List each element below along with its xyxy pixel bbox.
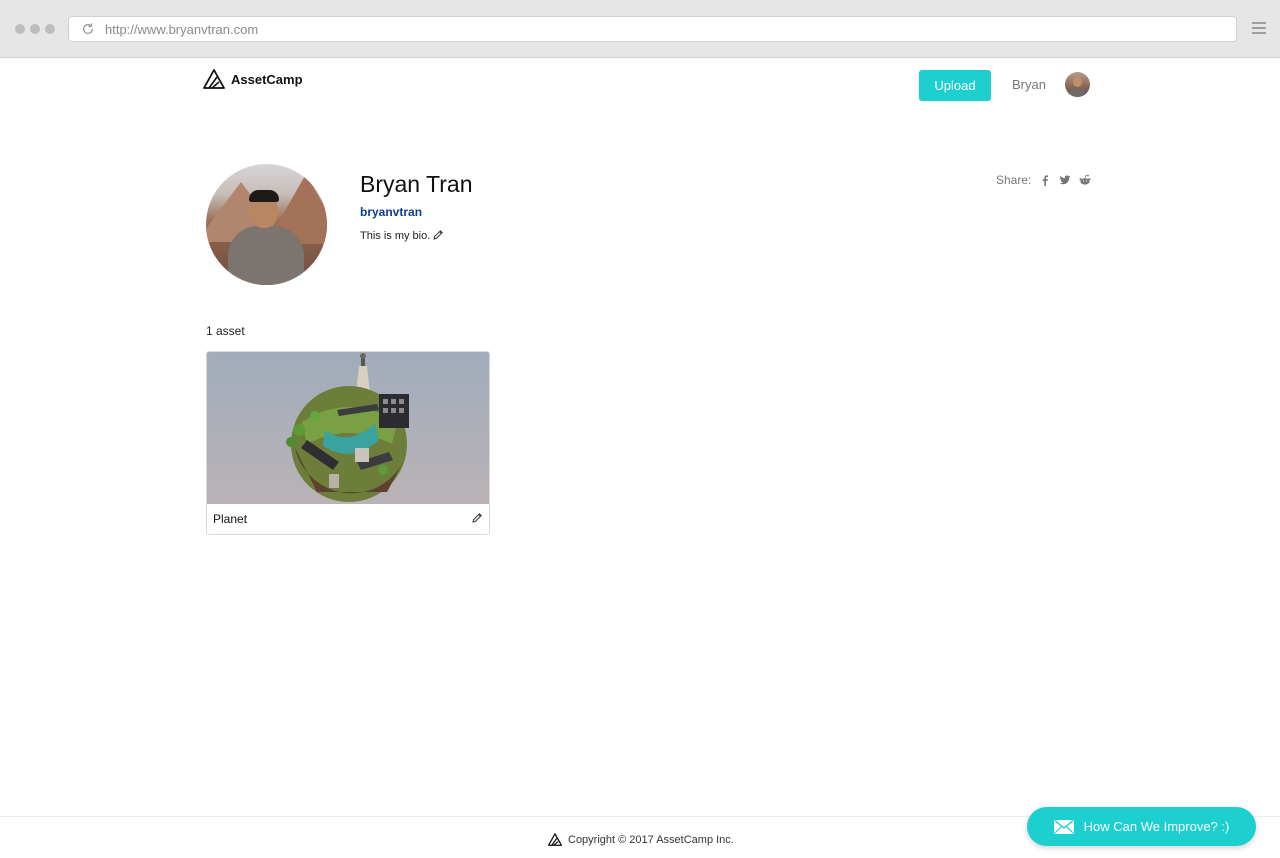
feedback-button[interactable]: How Can We Improve? :) xyxy=(1027,807,1256,846)
facebook-icon[interactable] xyxy=(1039,174,1051,186)
feedback-label: How Can We Improve? :) xyxy=(1083,819,1230,834)
assetcamp-logo-icon xyxy=(203,69,225,89)
planet-model-image xyxy=(286,353,409,502)
share-bar: Share: xyxy=(996,173,1091,187)
edit-bio-pencil-icon[interactable] xyxy=(432,229,444,241)
footer-logo-icon xyxy=(548,833,562,846)
edit-asset-pencil-icon[interactable] xyxy=(471,512,483,524)
profile-username-link[interactable]: bryanvtran xyxy=(360,205,422,219)
reddit-icon[interactable] xyxy=(1079,174,1091,186)
upload-button[interactable]: Upload xyxy=(919,70,991,101)
nav-avatar[interactable] xyxy=(1065,72,1090,97)
asset-thumbnail[interactable] xyxy=(207,352,489,504)
window-close-dot[interactable] xyxy=(15,24,25,34)
envelope-icon xyxy=(1053,819,1074,834)
footer: Copyright © 2017 AssetCamp Inc. xyxy=(548,833,734,846)
profile-avatar xyxy=(206,164,327,285)
browser-menu-icon[interactable] xyxy=(1252,22,1266,36)
nav-username[interactable]: Bryan xyxy=(1012,77,1046,92)
browser-chrome: http://www.bryanvtran.com xyxy=(0,0,1280,58)
logo-text: AssetCamp xyxy=(231,71,303,87)
address-bar[interactable]: http://www.bryanvtran.com xyxy=(68,16,1237,42)
url-text: http://www.bryanvtran.com xyxy=(105,22,259,37)
twitter-icon[interactable] xyxy=(1059,174,1071,186)
asset-title[interactable]: Planet xyxy=(213,512,247,526)
share-label: Share: xyxy=(996,173,1032,187)
reload-icon[interactable] xyxy=(81,22,95,36)
window-minimize-dot[interactable] xyxy=(30,24,40,34)
window-controls xyxy=(15,24,55,34)
profile-name: Bryan Tran xyxy=(360,171,473,197)
profile-bio: This is my bio. xyxy=(360,230,431,242)
copyright-text: Copyright © 2017 AssetCamp Inc. xyxy=(568,833,734,846)
site-logo[interactable]: AssetCamp xyxy=(203,69,303,89)
asset-card[interactable]: Planet xyxy=(206,351,490,535)
asset-count: 1 asset xyxy=(206,324,245,338)
window-maximize-dot[interactable] xyxy=(45,24,55,34)
